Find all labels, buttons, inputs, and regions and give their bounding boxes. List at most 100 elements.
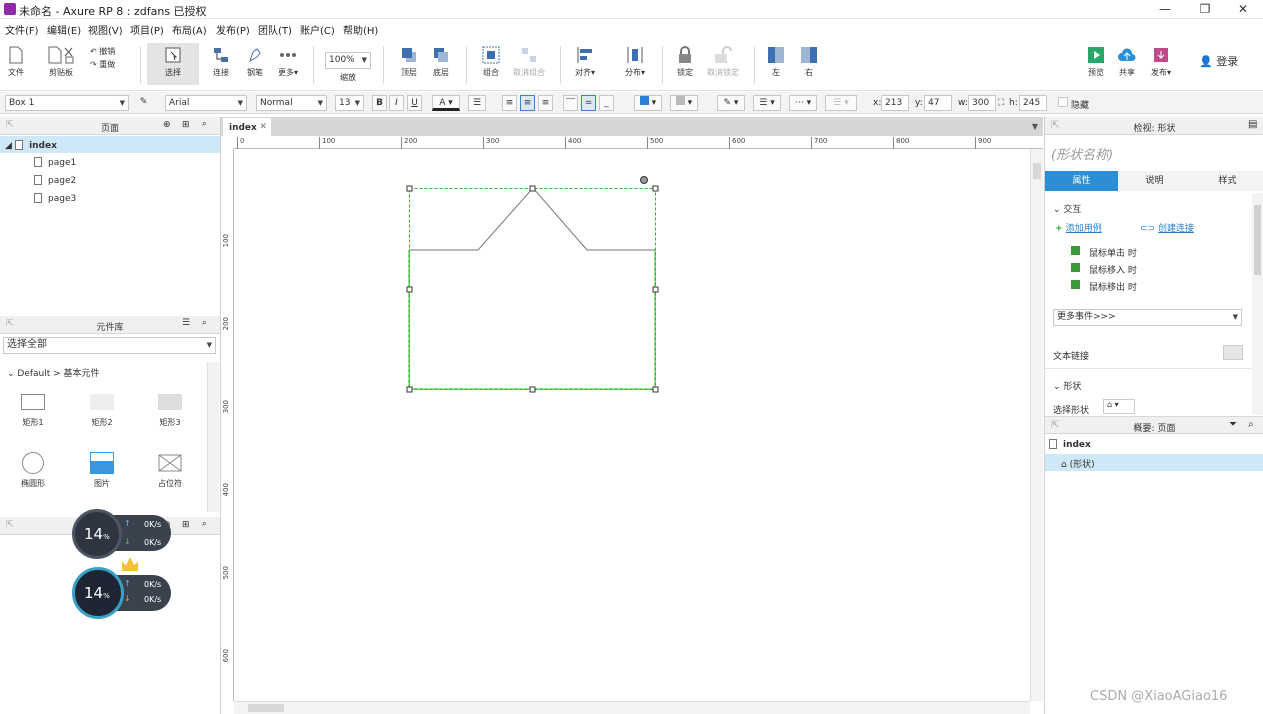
valign-top-icon[interactable]: ⎺ [563,95,578,111]
unlock-button[interactable]: 取消锁定 [704,46,742,78]
maximize-button[interactable]: ❐ [1190,1,1220,17]
widget-placeholder[interactable]: 占位符 [140,452,200,489]
undo-button[interactable]: ↶ 撤销 [90,46,124,57]
event-mouseenter[interactable]: 鼠标移入 时 [1071,263,1137,276]
bullet-list-icon[interactable]: ☰ [468,95,486,111]
style-painter-icon[interactable]: ✎ [136,95,151,111]
menu-view[interactable]: 视图(V) [88,22,123,37]
widget-name-select[interactable]: Box 1 ▼ [5,95,129,111]
menu-project[interactable]: 项目(P) [130,22,164,37]
scroll-thumb[interactable] [1254,205,1261,275]
align-text-right-icon[interactable]: ≡ [538,95,553,111]
close-tab-icon[interactable]: ✕ [259,122,267,132]
search-icon[interactable]: ⌕ [202,119,207,129]
group-button[interactable]: 组合 [478,46,504,78]
resize-handle[interactable] [406,386,413,393]
shadow-button[interactable]: ▾ [670,95,698,111]
x-input[interactable]: 213 [881,95,909,111]
zoom-select[interactable]: 100% ▼ [325,52,371,69]
outline-shape-item[interactable]: ⌂ (形状) [1045,454,1263,471]
add-folder-icon[interactable]: ⊞ [182,120,190,130]
distribute-button[interactable]: 分布▾ [620,46,650,78]
interaction-section[interactable]: ⌄ 交互 [1053,202,1081,215]
preview-button[interactable]: 预览 [1083,46,1109,78]
resize-handle[interactable] [652,185,659,192]
select-shape-button[interactable]: ⌂ ▾ [1103,399,1135,414]
italic-button[interactable]: I [389,95,404,111]
selected-shape[interactable] [400,170,670,400]
width-input[interactable]: 300 [968,95,996,111]
menu-team[interactable]: 团队(T) [258,22,292,37]
font-style-select[interactable]: Normal ▼ [256,95,327,111]
menu-publish[interactable]: 发布(P) [216,22,250,37]
menu-help[interactable]: 帮助(H) [343,22,378,37]
library-scrollbar[interactable] [207,362,219,512]
minimize-button[interactable]: — [1150,1,1180,17]
add-page-icon[interactable]: ⊕ [163,120,171,130]
inspector-scrollbar[interactable] [1252,193,1263,415]
valign-middle-icon[interactable]: = [581,95,596,111]
arrow-style-button[interactable]: ☰ ▾ [825,95,857,111]
widget-ellipse[interactable]: 椭圆形 [3,452,63,489]
outline-page-index[interactable]: index [1049,439,1091,450]
widget-rectangle-1[interactable]: 矩形1 [3,394,63,428]
shape-name-input[interactable]: (形状名称) [1051,144,1113,163]
line-style-button[interactable]: ⋯ ▾ [789,95,817,111]
fill-color-button[interactable]: ▾ [634,95,662,111]
file-button[interactable]: 文件 [4,46,28,78]
canvas-vertical-scrollbar[interactable] [1030,149,1043,701]
library-filter-select[interactable]: 选择全部 ▼ [3,337,216,354]
line-color-button[interactable]: ✎ ▾ [717,95,745,111]
resize-handle[interactable] [406,185,413,192]
search-icon[interactable]: ⌕ [202,519,207,529]
redo-button[interactable]: ↷ 重做 [90,59,124,70]
more-events-select[interactable]: 更多事件>>> ▼ [1053,309,1242,326]
height-input[interactable]: 245 [1019,95,1047,111]
resize-handle[interactable] [529,185,536,192]
scroll-thumb[interactable] [1033,163,1041,179]
bold-button[interactable]: B [372,95,387,111]
align-button[interactable]: 对齐▾ [570,46,600,78]
tab-notes[interactable]: 说明 [1118,171,1191,191]
menu-icon[interactable]: ☰ [182,318,190,328]
shape-section[interactable]: ⌄ 形状 [1053,379,1081,392]
notes-icon[interactable]: ▤ [1248,119,1257,130]
scroll-thumb[interactable] [248,704,284,712]
page-item-page1[interactable]: page1 [34,157,76,168]
rotate-handle[interactable] [640,176,648,184]
select-mode-button[interactable]: 选择 [147,43,199,85]
text-link-button[interactable] [1223,345,1243,360]
canvas-horizontal-scrollbar[interactable] [234,701,1030,714]
align-text-center-icon[interactable]: ≡ [520,95,535,111]
search-icon[interactable]: ⌕ [202,318,207,328]
hidden-checkbox[interactable] [1058,97,1068,107]
page-item-page3[interactable]: page3 [34,193,76,204]
resize-handle[interactable] [406,286,413,293]
resize-handle[interactable] [652,386,659,393]
font-family-select[interactable]: Arial ▼ [165,95,247,111]
menu-file[interactable]: 文件(F) [5,22,39,37]
page-item-index[interactable]: ◢ index [0,136,220,153]
line-width-button[interactable]: ☰ ▾ [753,95,781,111]
y-input[interactable]: 47 [924,95,952,111]
valign-bottom-icon[interactable]: _ [599,95,614,111]
pin-icon[interactable]: ⇱ [6,520,14,530]
menu-account[interactable]: 账户(C) [300,22,335,37]
resize-handle[interactable] [529,386,536,393]
pen-button[interactable]: 钢笔 [242,46,268,78]
more-button[interactable]: 更多▾ [274,46,302,78]
clipboard-button[interactable]: 剪贴板 [44,46,78,78]
tab-style[interactable]: 样式 [1191,171,1263,191]
page-item-page2[interactable]: page2 [34,175,76,186]
add-case-link[interactable]: + 添加用例 [1055,221,1102,234]
lock-button[interactable]: 锁定 [672,46,698,78]
align-text-left-icon[interactable]: ≡ [502,95,517,111]
widget-rectangle-3[interactable]: 矩形3 [140,394,200,428]
connect-button[interactable]: 连接 [208,46,234,78]
publish-button[interactable]: 发布▾ [1146,46,1176,78]
create-link-link[interactable]: ⊂⊃ 创建连接 [1140,221,1194,234]
menu-layout[interactable]: 布局(A) [172,22,207,37]
font-color-button[interactable]: A ▾ [432,95,460,111]
menu-edit[interactable]: 编辑(E) [47,22,81,37]
widget-image[interactable]: 图片 [72,452,132,489]
